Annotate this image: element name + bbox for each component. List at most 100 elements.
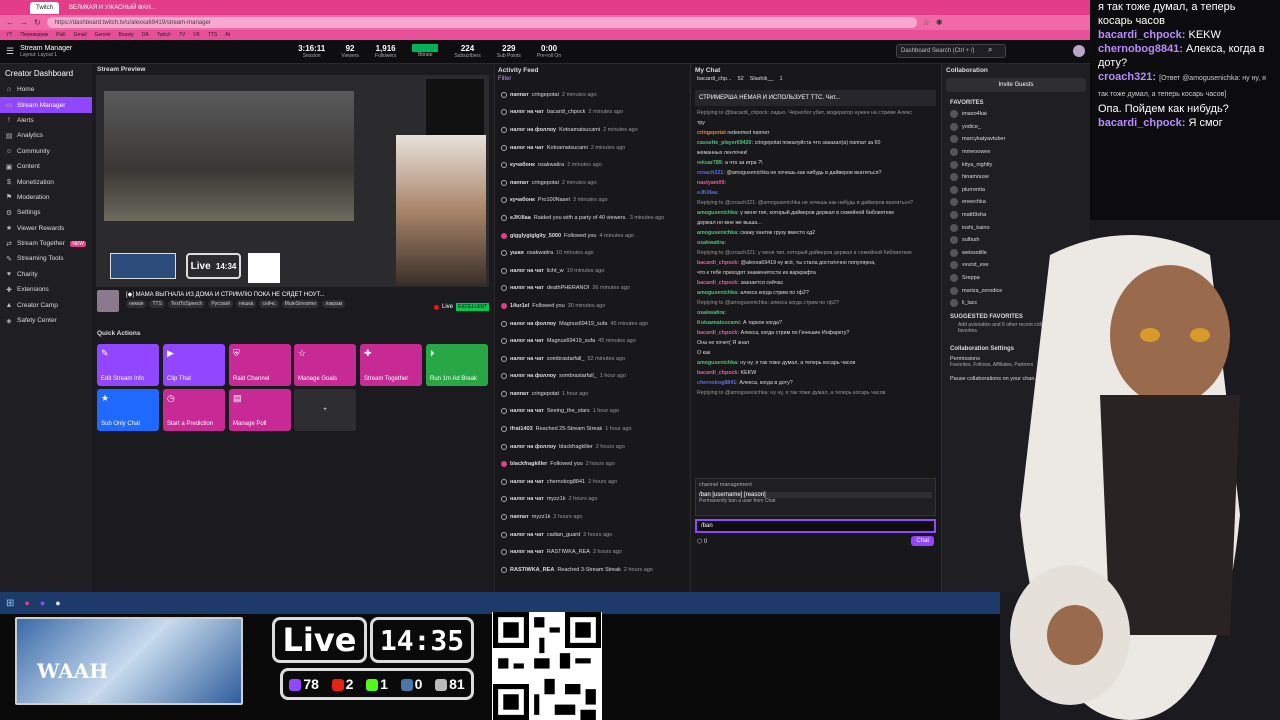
quick-action-sub-only-chat[interactable]: ★ Sub Only Chat: [97, 389, 159, 431]
stream-tag[interactable]: TextToSpeech: [167, 300, 206, 308]
sidebar-item-streaming-tools[interactable]: ✎ Streaming Tools: [0, 251, 92, 266]
menu-icon[interactable]: ☰: [0, 46, 20, 57]
bookmark-item[interactable]: Gemini: [95, 32, 111, 38]
favorite-item[interactable]: eneechka: [942, 196, 1090, 209]
quick-action-start-a-prediction[interactable]: ◷ Start a Prediction: [163, 389, 225, 431]
chat-username[interactable]: croach321:: [697, 170, 725, 176]
activity-feed-header[interactable]: Activity Feed: [495, 64, 689, 76]
chat-message[interactable]: cassette_player69420: cringepotat пожалу…: [691, 138, 940, 148]
activity-row[interactable]: налог на фоллоу Magnus69419_sufa 45 minute…: [495, 315, 689, 333]
chat-username[interactable]: reksar789:: [697, 160, 724, 166]
sidebar-item-settings[interactable]: ⚙ Settings: [0, 205, 92, 220]
activity-row[interactable]: паппат cringepotat 2 minutes ago: [495, 174, 689, 192]
bookmark-item[interactable]: Gmail: [74, 32, 87, 38]
chat-header[interactable]: My Chat: [691, 64, 940, 76]
favorite-item[interactable]: imaxo4kai: [942, 108, 1090, 121]
chat-username[interactable]: osakwatira:: [697, 240, 726, 246]
collab-header[interactable]: Collaboration: [942, 64, 1090, 76]
quick-action-run-1m-ad-break[interactable]: ⏵ Run 1m Ad Break: [426, 344, 488, 386]
channel-points-icon[interactable]: ⬡ 0: [697, 538, 707, 545]
chat-username[interactable]: nastyam09:: [697, 180, 726, 186]
stat-pre-roll-on[interactable]: 0:00 Pre-roll On: [537, 44, 561, 59]
chat-message[interactable]: bacardi_chpock: Алекса, когда стрим по Г…: [691, 328, 940, 338]
favorite-item[interactable]: plurrentia: [942, 184, 1090, 197]
invite-guests-button[interactable]: Invite Guests: [946, 78, 1086, 92]
stream-preview-header[interactable]: Stream Preview: [97, 66, 145, 73]
stream-tag[interactable]: сейчс: [259, 300, 279, 308]
activity-row[interactable]: 14ur1el Followed you 30 minutes ago: [495, 297, 689, 315]
bookmark-item[interactable]: DA: [142, 32, 149, 38]
avatar[interactable]: [1073, 45, 1085, 57]
sidebar-item-community[interactable]: ☺ Community: [0, 144, 92, 159]
quick-action-manage-poll[interactable]: ▤ Manage Poll: [229, 389, 291, 431]
chat-message[interactable]: Replying to @croach321: @amogusenichka н…: [691, 198, 940, 208]
chat-message[interactable]: amogusenichka: скажу хантик грузу вместо…: [691, 228, 940, 238]
activity-row[interactable]: налог на фоллоу Kotoamatsucami 2 minutes a…: [495, 121, 689, 139]
chat-username[interactable]: amogusenichka:: [697, 360, 739, 366]
favorite-item[interactable]: mmeoowee: [942, 146, 1090, 159]
stream-tag[interactable]: лакрам: [322, 300, 346, 308]
leaderboard-entry[interactable]: 1: [780, 76, 783, 88]
chat-username[interactable]: cringepotat: [697, 130, 726, 136]
stat-viewers[interactable]: 92 Viewers: [341, 44, 359, 59]
forward-icon[interactable]: →: [20, 18, 28, 27]
activity-row[interactable]: налог на чат licht_w 19 minutes ago: [495, 262, 689, 280]
chat-message[interactable]: bacardi_chpock: @alexxa69419 ну всё, ты …: [691, 258, 940, 268]
chat-username[interactable]: Kotoamatsucami:: [697, 320, 741, 326]
sidebar-item-monetization[interactable]: $ Monetization: [0, 174, 92, 189]
chat-username[interactable]: amogusenichka:: [697, 230, 739, 236]
activity-row[interactable]: налог на чат Kotoamatsucami 2 minutes ago: [495, 139, 689, 157]
chat-username[interactable]: amogusenichka:: [697, 210, 739, 216]
chat-message[interactable]: О как: [691, 348, 940, 358]
chat-message[interactable]: bacardi_chpock: зазнается сейчас: [691, 278, 940, 288]
activity-row[interactable]: налог на чат deathPHERANOI 26 minutes ago: [495, 280, 689, 298]
chat-message[interactable]: Replying to @amogusenichka: ну ну, я так…: [691, 388, 940, 398]
chat-message[interactable]: Она не хочет( Я знал: [691, 338, 940, 348]
sidebar-item-extensions[interactable]: ✚ Extensions: [0, 282, 92, 297]
chat-message[interactable]: Replying to @croach321: у меня тип, кото…: [691, 248, 940, 258]
sidebar-item-moderation[interactable]: ⚑ Moderation: [0, 190, 92, 205]
browser-tab-twitch[interactable]: Twitch: [30, 1, 60, 14]
activity-row[interactable]: налог на чат bacardi_chpock 2 minutes ago: [495, 104, 689, 122]
pinned-message[interactable]: СТРИМЕРША НЕМАЯ И ИСПОЛЬЗУЕТ ТТС. Чит...: [695, 90, 936, 106]
app-icon[interactable]: ●: [40, 598, 45, 608]
favorite-item[interactable]: hinamouse: [942, 171, 1090, 184]
sidebar-item-creator-camp[interactable]: ▲ Creator Camp: [0, 297, 92, 312]
activity-row[interactable]: налог на чат sombrastarfall_ 52 minutes ag…: [495, 350, 689, 368]
sidebar-item-stream-manager[interactable]: ▭ Stream Manager: [0, 97, 92, 113]
bookmark-item[interactable]: Переводчик: [20, 32, 48, 38]
bookmark-item[interactable]: Boosty: [118, 32, 133, 38]
chat-username[interactable]: amogusenichka:: [697, 290, 739, 296]
back-icon[interactable]: ←: [6, 18, 14, 27]
activity-row[interactable]: blackfragkiller Followed you 2 hours ago: [495, 455, 689, 473]
chat-message[interactable]: osakwatira:: [691, 308, 940, 318]
activity-row[interactable]: паппат cringepotat 1 hour ago: [495, 385, 689, 403]
activity-row[interactable]: ушки osakwatira 10 minutes ago: [495, 244, 689, 262]
favorite-item[interactable]: yodice_: [942, 121, 1090, 134]
activity-row[interactable]: кучабонк osakwatira 2 minutes ago: [495, 156, 689, 174]
activity-row[interactable]: паппат myzz1k 2 hours ago: [495, 508, 689, 526]
sidebar-item-stream-together[interactable]: ⇄ Stream Together NEW: [0, 236, 92, 251]
activity-row[interactable]: gigglygiglgity_5000 Followed you 4 minutes…: [495, 227, 689, 245]
stat-followers[interactable]: 1,916 Followers: [375, 44, 396, 59]
search-icon[interactable]: ⌕: [988, 45, 992, 55]
stream-tag[interactable]: няшка: [235, 300, 257, 308]
stream-tag[interactable]: MuteStreamer: [281, 300, 320, 308]
chat-send-button[interactable]: Chat: [911, 536, 934, 546]
quick-action-manage-goals[interactable]: ☆ Manage Goals: [294, 344, 356, 386]
activity-row[interactable]: налог на чат Seeing_the_stars 1 hour ago: [495, 403, 689, 421]
activity-filter-button[interactable]: Filter: [495, 76, 689, 86]
chat-message[interactable]: croach321: @amogusenichka не хочешь как …: [691, 168, 940, 178]
reload-icon[interactable]: ↻: [34, 18, 41, 27]
chat-message[interactable]: держал но мне же выша...: [691, 218, 940, 228]
app-icon[interactable]: ●: [55, 598, 60, 608]
activity-row[interactable]: налог на чат cadian_guard 2 hours ago: [495, 526, 689, 544]
chat-username[interactable]: chernobog8841:: [697, 380, 738, 386]
sidebar-item-charity[interactable]: ♥ Charity: [0, 267, 92, 282]
activity-row[interactable]: налог на чат RASTIWKA_REA 2 hours ago: [495, 543, 689, 561]
quick-action-edit-stream-info[interactable]: ✎ Edit Stream Info: [97, 344, 159, 386]
quick-action-clip-that[interactable]: ▶ Clip That: [163, 344, 225, 386]
activity-row[interactable]: eJKillaa Raided you with a party of 40 vi…: [495, 209, 689, 227]
stat-subscribers[interactable]: 224 Subscribers: [454, 44, 480, 59]
activity-row[interactable]: RASTIWKA_REA Reached 3-Stream Streak 2 hou…: [495, 561, 689, 579]
